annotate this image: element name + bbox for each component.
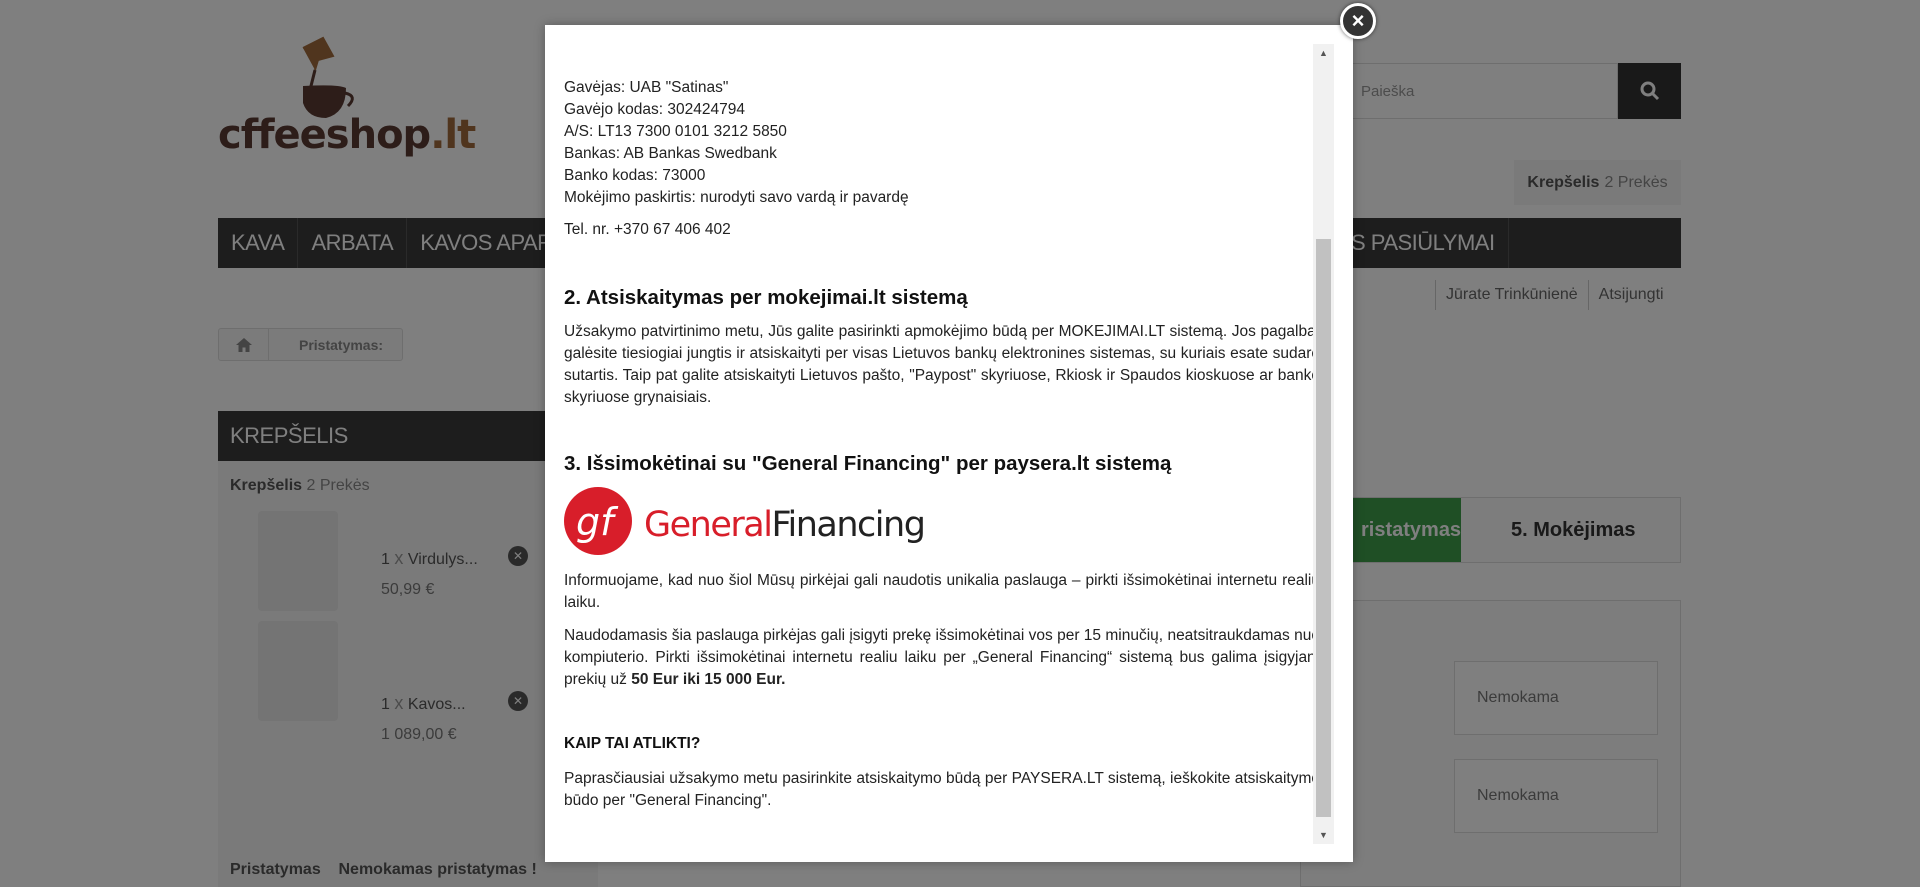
gf-intro-text: Informuojame, kad nuo šiol Mūsų pirkėjai… [564, 572, 1320, 611]
bank-name: Bankas: AB Bankas Swedbank [564, 145, 777, 162]
modal-content: Gavėjas: UAB "Satinas" Gavėjo kodas: 302… [564, 25, 1320, 862]
modal-scrollbar[interactable]: ▲ ▼ [1313, 44, 1334, 844]
bank-account: A/S: LT13 7300 0101 3212 5850 [564, 123, 787, 140]
payment-purpose: Mokėjimo paskirtis: nurodyti savo vardą … [564, 189, 909, 206]
bank-recipient: Gavėjas: UAB "Satinas" [564, 79, 729, 96]
how-text: Paprasčiausiai užsakymo metu pasirinkite… [564, 770, 1320, 809]
payment-info-modal: Gavėjas: UAB "Satinas" Gavėjo kodas: 302… [545, 25, 1353, 862]
scroll-thumb[interactable] [1316, 239, 1331, 817]
section-2-title: 2. Atsiskaitymas per mokejimai.lt sistem… [564, 286, 968, 309]
phone-number: Tel. nr. +370 67 406 402 [564, 221, 731, 238]
bank-details: Gavėjas: UAB "Satinas" Gavėjo kodas: 302… [564, 77, 909, 209]
gf-wordmark-general: General [644, 505, 773, 545]
bank-code: Banko kodas: 73000 [564, 167, 706, 184]
close-icon[interactable]: × [1340, 3, 1376, 39]
gf-details-amount: 50 Eur iki 15 000 Eur. [631, 671, 786, 688]
scroll-down-arrow-icon[interactable]: ▼ [1313, 826, 1334, 844]
scroll-up-arrow-icon[interactable]: ▲ [1313, 44, 1334, 62]
general-financing-wordmark: GeneralFinancing [644, 505, 926, 545]
bank-recipient-code: Gavėjo kodas: 302424794 [564, 101, 745, 118]
how-title: KAIP TAI ATLIKTI? [564, 735, 701, 752]
section-3-title: 3. Išsimokėtinai su "General Financing" … [564, 452, 1172, 475]
section-2-text: Užsakymo patvirtinimo metu, Jūs galite p… [564, 323, 1320, 406]
gf-wordmark-financing: Financing [771, 505, 926, 545]
svg-text:gf: gf [576, 500, 619, 544]
gf-details-text: Naudodamasis šia paslauga pirkėjas gali … [564, 625, 1320, 691]
